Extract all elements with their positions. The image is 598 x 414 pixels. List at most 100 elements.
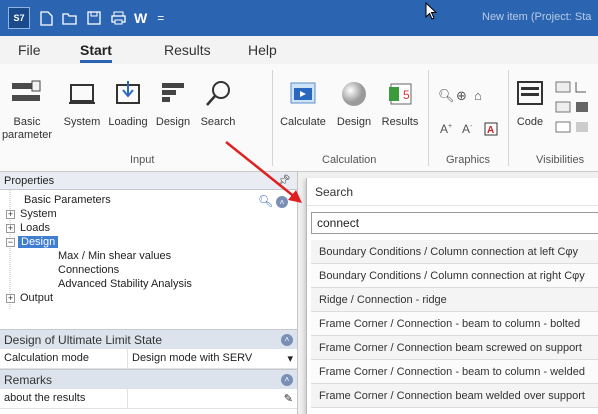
tab-file[interactable]: File — [18, 42, 41, 58]
remarks-title: Remarks — [4, 372, 53, 387]
svg-text:A: A — [487, 125, 494, 136]
expand-loads-icon[interactable]: + — [6, 224, 15, 233]
collapse-icon[interactable]: ˄ — [276, 196, 288, 208]
search-result-item[interactable]: Frame Corner / Connection beam welded ov… — [311, 384, 598, 408]
loading-label: Loading — [108, 116, 148, 128]
system-button[interactable]: System — [60, 76, 104, 129]
design-icon — [156, 76, 190, 112]
home-icon[interactable]: ⌂ — [474, 88, 482, 103]
search-result-item[interactable]: Boundary Conditions / Column connection … — [311, 264, 598, 288]
zoom-in-icon[interactable]: ⊕ — [456, 88, 467, 104]
property-row[interactable]: about the results ✎ — [0, 389, 297, 409]
basic-parameter-label: Basic parameter — [1, 116, 53, 141]
ribbon: Basic parameter System Loading Design Se… — [0, 64, 598, 172]
properties-title: Properties — [4, 174, 55, 187]
design-button[interactable]: Design — [152, 76, 194, 129]
basic-parameter-button[interactable]: Basic parameter — [2, 76, 52, 142]
calculate-button[interactable]: Calculate — [276, 76, 330, 129]
search-result-item[interactable]: Ridge / Connection - ridge — [311, 288, 598, 312]
results-button[interactable]: 5 Results — [378, 76, 422, 129]
mouse-cursor-icon — [425, 2, 438, 20]
tree-item-shear-values[interactable]: Max / Min shear values — [58, 250, 171, 262]
tree-item-system[interactable]: System — [20, 208, 57, 220]
tab-help[interactable]: Help — [248, 42, 277, 58]
code-label: Code — [516, 116, 544, 128]
tab-start[interactable]: Start — [80, 42, 112, 63]
group-graphics-label: Graphics — [446, 154, 491, 166]
quick-access-customize-button[interactable]: = — [157, 11, 164, 25]
search-panel-title: Search — [307, 178, 598, 206]
expand-system-icon[interactable]: + — [6, 210, 15, 219]
calculation-mode-dropdown[interactable]: Design mode with SERV ▾ — [128, 349, 297, 368]
calculate-icon — [286, 76, 320, 112]
collapse-chevron-icon[interactable]: ˄ — [281, 333, 293, 346]
quick-access-w-button[interactable]: W — [134, 10, 147, 26]
properties-panel: Properties 📌︎ Basic Parameters + System … — [0, 172, 298, 414]
group-calculation-label: Calculation — [322, 154, 377, 166]
design-uls-header[interactable]: Design of Ultimate Limit State ˄ — [0, 329, 297, 349]
window-title: New item (Project: Sta — [482, 11, 592, 23]
search-result-item[interactable]: Frame Corner / Connection beam screwed o… — [311, 336, 598, 360]
search-result-item[interactable]: Frame Corner / Connection - beam to colu… — [311, 312, 598, 336]
loading-button[interactable]: Loading — [106, 76, 150, 129]
zoom-icon[interactable]: 🔍︎ — [438, 88, 455, 104]
visibility-toggles[interactable] — [554, 78, 594, 144]
code-icon — [513, 76, 547, 112]
calculate-label: Calculate — [280, 116, 326, 128]
code-button[interactable]: Code — [512, 76, 548, 129]
results-label: Results — [381, 116, 419, 128]
search-result-item[interactable]: Boundary Conditions / Column connection … — [311, 240, 598, 264]
search-panel: Search Boundary Conditions / Column conn… — [306, 178, 598, 414]
tab-results[interactable]: Results — [164, 42, 211, 58]
save-icon[interactable] — [86, 10, 102, 26]
search-icon — [201, 76, 235, 112]
edit-icon[interactable]: ✎ — [284, 392, 293, 405]
font-decrease-button[interactable]: A- — [462, 122, 472, 136]
property-value: Design mode with SERV — [132, 352, 253, 364]
search-result-item[interactable]: Frame Corner / Connection - beam to colu… — [311, 360, 598, 384]
font-increase-button[interactable]: A+ — [440, 122, 452, 136]
system-icon — [65, 76, 99, 112]
open-folder-icon[interactable] — [62, 10, 78, 26]
tree-item-basic-parameters[interactable]: Basic Parameters — [24, 194, 111, 206]
design-uls-title: Design of Ultimate Limit State — [4, 332, 163, 347]
tree-item-stability-analysis[interactable]: Advanced Stability Analysis — [58, 278, 192, 290]
remarks-header[interactable]: Remarks ˄ — [0, 369, 297, 389]
collapse-design-icon[interactable]: − — [6, 238, 15, 247]
ribbon-separator — [272, 70, 273, 166]
tree-item-connections[interactable]: Connections — [58, 264, 119, 276]
ribbon-tabs: File Start Results Help — [0, 36, 598, 64]
tree-search-icon[interactable]: 🔍︎ — [258, 194, 273, 208]
search-results-list: Boundary Conditions / Column connection … — [311, 240, 598, 408]
properties-header: Properties 📌︎ — [0, 172, 297, 190]
search-label: Search — [200, 116, 236, 128]
print-icon[interactable] — [110, 10, 126, 26]
ribbon-separator — [428, 70, 429, 166]
property-row[interactable]: Calculation mode Design mode with SERV ▾ — [0, 349, 297, 369]
svg-text:5: 5 — [403, 88, 410, 102]
pin-icon[interactable]: 📌︎ — [277, 174, 291, 187]
design-calc-button[interactable]: Design — [334, 76, 374, 129]
title-bar: S7 W = New item (Project: Sta — [0, 0, 598, 36]
remarks-value[interactable]: ✎ — [128, 389, 297, 408]
system-label: System — [63, 116, 101, 128]
search-input[interactable] — [311, 212, 598, 234]
dropdown-arrow-icon[interactable]: ▾ — [287, 352, 293, 365]
property-key: about the results — [0, 389, 128, 408]
design-sphere-icon — [337, 76, 371, 112]
design-calc-label: Design — [336, 116, 372, 128]
collapse-chevron-icon[interactable]: ˄ — [281, 373, 293, 386]
basic-parameter-icon — [10, 76, 44, 112]
tree-item-design[interactable]: Design — [18, 236, 59, 248]
app-logo-icon[interactable]: S7 — [8, 7, 30, 29]
text-color-icon[interactable]: A — [484, 122, 498, 139]
expand-output-icon[interactable]: + — [6, 294, 15, 303]
search-button[interactable]: Search — [196, 76, 240, 129]
tree-item-output[interactable]: Output — [20, 292, 53, 304]
loading-icon — [111, 76, 145, 112]
new-file-icon[interactable] — [38, 10, 54, 26]
tree-item-loads[interactable]: Loads — [20, 222, 50, 234]
property-key: Calculation mode — [0, 349, 128, 368]
properties-tree: Basic Parameters + System + Loads − Desi… — [0, 190, 297, 329]
group-input-label: Input — [130, 154, 155, 166]
